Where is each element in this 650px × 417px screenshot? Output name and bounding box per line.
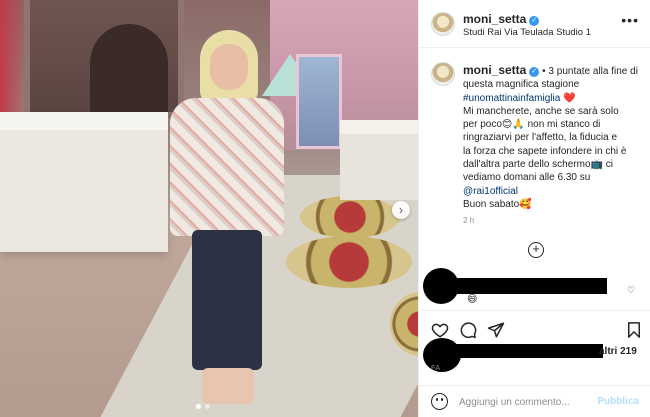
add-comment-bar: Pubblica (419, 385, 650, 417)
likes-count[interactable]: altri 219 (599, 346, 637, 357)
like-comment-icon[interactable]: ♡ (627, 285, 635, 296)
load-more-comments-button[interactable]: + (528, 242, 544, 258)
post-date: FA (431, 365, 441, 372)
caption-username[interactable]: moni_setta (463, 63, 526, 77)
carousel-dots (196, 404, 210, 409)
verified-badge-icon: ✓ (529, 16, 540, 26)
caption-timestamp: 2 h (463, 216, 475, 225)
studio-arch (24, 0, 184, 118)
header-username[interactable]: moni_setta ✓ (463, 12, 540, 26)
carousel-dot (196, 404, 201, 409)
floor-medallion (300, 196, 400, 238)
heart-icon[interactable] (431, 321, 449, 339)
emoji-icon[interactable] (431, 393, 448, 410)
bookmark-icon[interactable] (625, 321, 643, 339)
avatar[interactable] (431, 12, 455, 36)
floor-medallion (286, 236, 412, 288)
comment-input[interactable] (459, 392, 599, 412)
redacted-comment (455, 278, 607, 294)
avatar[interactable] (431, 62, 455, 86)
caption-text: moni_setta ✓ • 3 puntate alla fine di que… (463, 63, 638, 210)
post-photo[interactable]: › (0, 0, 418, 417)
publish-button[interactable]: Pubblica (597, 396, 639, 407)
person (162, 30, 292, 410)
studio-counter (0, 112, 168, 252)
next-photo-button[interactable]: › (392, 201, 410, 219)
post-side-panel: moni_setta ✓ Studi Rai Via Teulada Studio… (418, 0, 650, 417)
redacted-likes (455, 344, 603, 358)
redacted-avatar (423, 268, 459, 304)
comment-icon[interactable] (459, 321, 477, 339)
more-options-icon[interactable]: ••• (621, 12, 639, 28)
mention-link[interactable]: @rai1official (463, 186, 518, 197)
post-header: moni_setta ✓ Studi Rai Via Teulada Studio… (419, 0, 650, 48)
share-icon[interactable] (487, 321, 505, 339)
comment-emoji: 😄 (467, 294, 478, 305)
verified-badge-icon: ✓ (529, 67, 540, 77)
location-link[interactable]: Studi Rai Via Teulada Studio 1 (463, 27, 591, 38)
studio-window (296, 54, 342, 149)
hashtag-link[interactable]: #unomattinainfamiglia (463, 93, 560, 104)
studio-counter (340, 120, 418, 200)
carousel-dot (205, 404, 210, 409)
